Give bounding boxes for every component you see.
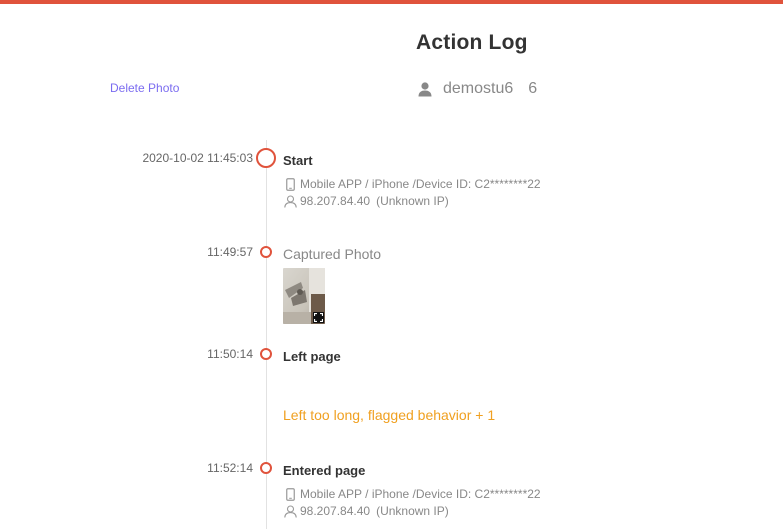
expand-icon[interactable] bbox=[313, 312, 324, 323]
timeline-dot bbox=[260, 462, 272, 474]
ip-note: (Unknown IP) bbox=[376, 504, 449, 518]
event-title: Captured Photo bbox=[283, 246, 382, 262]
device-text: Mobile APP / iPhone /Device ID: C2******… bbox=[300, 177, 541, 191]
timeline-dot bbox=[260, 348, 272, 360]
person-icon bbox=[284, 194, 297, 208]
user-icon bbox=[417, 81, 433, 97]
user-info: demostu6 6 bbox=[417, 79, 537, 99]
page-title: Action Log bbox=[416, 31, 528, 54]
top-accent-bar bbox=[0, 0, 783, 4]
event-ip: 98.207.84.40 (Unknown IP) bbox=[284, 194, 449, 208]
user-count: 6 bbox=[528, 80, 538, 97]
event-time: 11:49:57 bbox=[207, 245, 253, 259]
delete-photo-link[interactable]: Delete Photo bbox=[110, 81, 179, 95]
event-time: 11:50:14 bbox=[207, 347, 253, 361]
ip-note: (Unknown IP) bbox=[376, 194, 449, 208]
behavior-warning: Left too long, flagged behavior + 1 bbox=[283, 407, 496, 423]
event-ip: 98.207.84.40 (Unknown IP) bbox=[284, 504, 449, 518]
timeline-dot bbox=[260, 246, 272, 258]
ip-address: 98.207.84.40 bbox=[300, 194, 371, 208]
phone-icon bbox=[284, 177, 297, 191]
phone-icon bbox=[284, 487, 297, 501]
username: demostu6 bbox=[443, 80, 514, 97]
event-device: Mobile APP / iPhone /Device ID: C2******… bbox=[284, 177, 541, 191]
captured-photo-thumbnail[interactable] bbox=[283, 268, 325, 324]
timeline-dot bbox=[256, 148, 276, 168]
event-time: 11:52:14 bbox=[207, 461, 253, 475]
event-title: Left page bbox=[283, 349, 341, 364]
event-title: Start bbox=[283, 153, 313, 168]
event-device: Mobile APP / iPhone /Device ID: C2******… bbox=[284, 487, 541, 501]
person-icon bbox=[284, 504, 297, 518]
event-time: 2020-10-02 11:45:03 bbox=[142, 151, 253, 165]
event-title: Entered page bbox=[283, 463, 366, 478]
device-text: Mobile APP / iPhone /Device ID: C2******… bbox=[300, 487, 541, 501]
ip-address: 98.207.84.40 bbox=[300, 504, 371, 518]
